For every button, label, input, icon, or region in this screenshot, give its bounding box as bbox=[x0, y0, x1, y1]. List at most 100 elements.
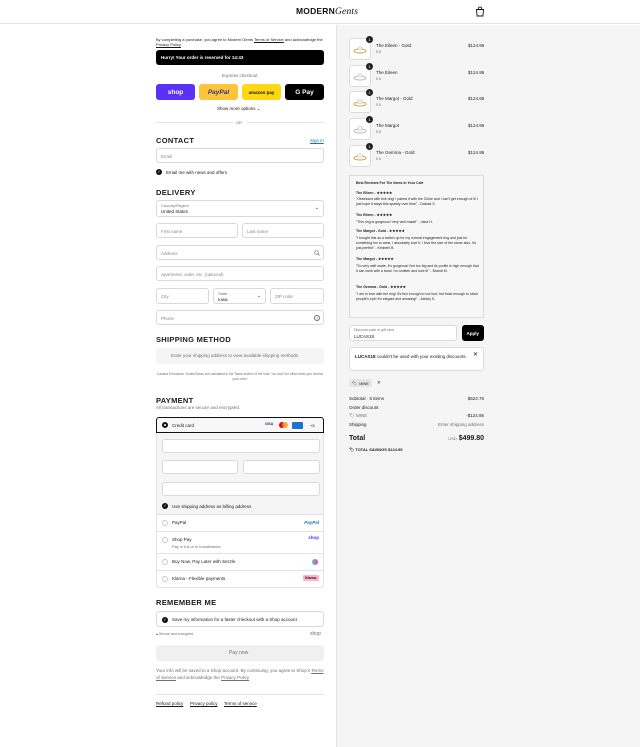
shop-pay-express-button[interactable]: shop bbox=[156, 84, 195, 100]
email-field[interactable]: Email bbox=[156, 148, 324, 163]
item-size: 5.5 bbox=[376, 77, 381, 81]
brand-logo[interactable]: MODERNGents bbox=[296, 6, 358, 17]
site-header: MODERNGents bbox=[0, 0, 640, 24]
sign-in-link[interactable]: Sign in bbox=[310, 138, 324, 143]
amazon-pay-express-button[interactable]: amazon pay bbox=[242, 84, 281, 100]
item-size: 5.5 bbox=[376, 103, 381, 107]
payment-subtitle: All transactions are secure and encrypte… bbox=[156, 405, 241, 410]
first-name-field[interactable]: First name bbox=[156, 223, 238, 238]
email-news-checkbox[interactable]: ✓ bbox=[156, 169, 162, 175]
save-info-box: ✓ Save my information for a faster check… bbox=[156, 611, 324, 627]
paypal-express-button[interactable]: PayPal bbox=[199, 84, 238, 100]
klarna-radio[interactable] bbox=[162, 576, 168, 582]
card-details-panel: ✓ Use shipping address as billing addres… bbox=[156, 433, 324, 515]
close-icon[interactable]: ✕ bbox=[473, 351, 478, 358]
search-icon bbox=[314, 250, 320, 256]
delivery-heading: DELIVERY bbox=[156, 188, 196, 197]
billing-same-label: Use shipping address as billing address bbox=[172, 503, 252, 509]
credit-card-radio[interactable] bbox=[162, 422, 168, 428]
billing-same-checkbox[interactable]: ✓ bbox=[162, 503, 168, 509]
review-title: The Margot - ★★★★★ bbox=[356, 257, 394, 261]
apartment-field[interactable]: Apartment, suite, etc. (optional) bbox=[156, 266, 324, 281]
tag-icon: 🏷︎ bbox=[349, 447, 355, 452]
klarna-option[interactable]: Klarna - Flexible payments Klarna. bbox=[156, 571, 324, 588]
city-field[interactable]: City bbox=[156, 288, 209, 304]
remove-tag-icon[interactable]: ✕ bbox=[377, 380, 381, 386]
apply-button[interactable]: Apply bbox=[462, 325, 484, 341]
google-pay-express-button[interactable]: G Pay bbox=[285, 84, 324, 100]
security-code-field[interactable] bbox=[243, 460, 320, 474]
lock-icon: 🔒︎ bbox=[156, 632, 158, 636]
terms-of-service-link[interactable]: Terms of service bbox=[224, 701, 257, 706]
item-price: $124.95 bbox=[468, 123, 485, 128]
cart-item: 1 The Margot - Gold 5.5 bbox=[349, 89, 489, 113]
card-number-field[interactable] bbox=[162, 439, 320, 453]
shop-privacy-link[interactable]: Privacy Policy bbox=[221, 675, 249, 680]
ring-thumbnail: 1 bbox=[349, 89, 373, 113]
sezzle-option[interactable]: Buy Now, Pay Later with Sezzle bbox=[156, 554, 324, 571]
shopping-bag-icon[interactable] bbox=[475, 6, 485, 17]
country-select[interactable]: Country/Region United States ⌄ bbox=[156, 200, 324, 217]
paypal-option[interactable]: PayPal PayPal bbox=[156, 515, 324, 532]
privacy-link[interactable]: Privacy Policy bbox=[156, 42, 181, 47]
discount-row: 🏷︎ MINE -$124.95 bbox=[349, 413, 484, 418]
shop-pay-option[interactable]: Shop Pay Pay in full or in installments … bbox=[156, 532, 324, 554]
discount-error-banner: LUCAS18 couldn't be used with your exist… bbox=[349, 347, 484, 371]
item-name: The Eileen bbox=[376, 70, 398, 75]
tag-icon: 🏷︎ bbox=[352, 380, 358, 386]
item-price: $124.95 bbox=[468, 150, 485, 155]
discount-code-field[interactable]: Discount code or gift card LUCAS18 bbox=[349, 325, 457, 341]
item-price: $124.95 bbox=[468, 96, 485, 101]
contact-heading: CONTACT bbox=[156, 136, 195, 145]
address-field[interactable]: Address bbox=[156, 245, 324, 260]
item-size: 5.5 bbox=[376, 50, 381, 54]
ring-thumbnail: 1 bbox=[349, 116, 373, 140]
remember-me-heading: REMEMBER ME bbox=[156, 598, 217, 607]
chevron-down-icon: ⌄ bbox=[256, 293, 261, 299]
paypal-radio[interactable] bbox=[162, 520, 168, 526]
cart-item: 1 The Eileen - Gold 5.5 bbox=[349, 36, 489, 60]
shop-pay-radio[interactable] bbox=[162, 537, 168, 543]
divider bbox=[156, 122, 233, 123]
privacy-policy-link[interactable]: Privacy policy bbox=[190, 701, 218, 706]
payment-heading: PAYMENT bbox=[156, 396, 194, 405]
shipping-row: Shipping Enter shipping address bbox=[349, 422, 484, 427]
item-name: The Gemma - Gold bbox=[376, 150, 415, 155]
review-text: "Obsessed with this ring! I paired it wi… bbox=[356, 197, 478, 206]
tag-icon: 🏷︎ bbox=[349, 413, 355, 418]
ring-thumbnail: 1 bbox=[349, 143, 373, 167]
sezzle-radio[interactable] bbox=[162, 559, 168, 565]
ring-thumbnail: 1 bbox=[349, 36, 373, 60]
divider bbox=[247, 122, 324, 123]
state-select[interactable]: State Iowa ⌄ bbox=[213, 288, 266, 304]
terms-link[interactable]: Terms of Service bbox=[254, 37, 284, 42]
item-name: The Margot - Gold bbox=[376, 96, 413, 101]
review-title: The Gemma - Gold - ★★★★★ bbox=[356, 285, 406, 289]
total-savings-row: 🏷︎ TOTAL SAVINGS $124.95 bbox=[349, 447, 403, 452]
review-text: "This ring is gorgeous! Very well made!"… bbox=[356, 219, 433, 224]
refund-policy-link[interactable]: Refund policy bbox=[156, 701, 183, 706]
save-info-checkbox[interactable]: ✓ bbox=[162, 616, 168, 623]
klarna-logo: Klarna. bbox=[303, 575, 319, 581]
hurry-banner: Hurry! Your order is reserved for 14:43 bbox=[156, 50, 324, 65]
help-icon[interactable]: ? bbox=[314, 314, 320, 321]
review-title: The Margot - Gold - ★★★★★ bbox=[356, 229, 405, 233]
secure-note: 🔒︎ Secure and encrypted bbox=[156, 632, 194, 636]
item-price: $124.95 bbox=[468, 70, 485, 75]
subtotal-row: Subtotal · 5 items $624.75 bbox=[349, 396, 484, 401]
phone-field[interactable]: Phone ? bbox=[156, 310, 324, 325]
order-discount-row: Order discount bbox=[349, 405, 379, 410]
zip-field[interactable]: ZIP code bbox=[270, 288, 324, 304]
duties-note: Canada Exclusives: Duties/Taxes are calc… bbox=[156, 372, 324, 381]
expiration-field[interactable] bbox=[162, 460, 238, 474]
last-name-field[interactable]: Last name bbox=[242, 223, 324, 238]
more-cards-badge: +5 bbox=[310, 423, 315, 428]
credit-card-option[interactable]: Credit card VISA +5 bbox=[156, 417, 324, 433]
pay-now-button[interactable]: Pay now bbox=[156, 645, 324, 661]
reviews-title: Best Reviews For The Items In Your Cart bbox=[356, 181, 424, 185]
divider bbox=[156, 694, 324, 695]
show-more-options[interactable]: Show more options ⌄ bbox=[217, 106, 261, 112]
name-on-card-field[interactable] bbox=[162, 482, 320, 496]
item-price: $124.95 bbox=[468, 43, 485, 48]
amex-icon bbox=[292, 421, 303, 429]
